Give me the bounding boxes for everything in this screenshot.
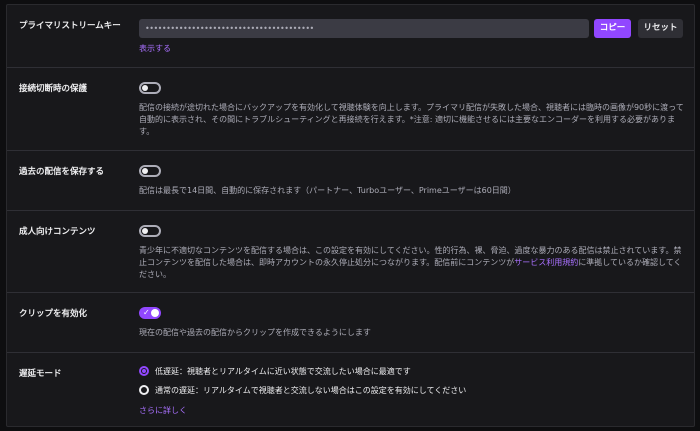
mature-content-description: 青少年に不適切なコンテンツを配信する場合は、この設定を有効にしてください。性的行…	[139, 245, 687, 281]
disconnect-protection-description: 配信の接続が途切れた場合にバックアップを有効化して視聴体験を向上します。プライマ…	[139, 103, 684, 136]
toggle-knob	[151, 309, 159, 317]
radio-unselected-icon[interactable]	[139, 385, 149, 395]
radio-selected-icon[interactable]	[139, 366, 149, 376]
disconnect-protection-row: 接続切断時の保護 配信の接続が途切れた場合にバックアップを有効化して視聴体験を向…	[7, 68, 694, 151]
stream-key-row: プライマリストリームキー •••••••••••••••••••••••••••…	[7, 5, 694, 68]
copy-button[interactable]: コピー	[594, 19, 631, 38]
stream-key-field[interactable]: ••••••••••••••••••••••••••••••••••••••••	[139, 19, 589, 38]
store-past-broadcasts-toggle[interactable]	[139, 165, 161, 177]
learn-more-link[interactable]: さらに詳しく	[139, 405, 187, 416]
terms-of-service-link[interactable]: サービス利用規約	[514, 258, 578, 267]
show-key-link[interactable]: 表示する	[139, 43, 171, 54]
enable-clips-description: 現在の配信や過去の配信からクリップを作成できるようにします	[139, 328, 371, 337]
check-icon: ✓	[143, 308, 150, 317]
mature-content-toggle[interactable]	[139, 225, 161, 237]
stream-key-label: プライマリストリームキー	[19, 21, 121, 31]
reset-button[interactable]: リセット	[638, 19, 683, 38]
store-past-broadcasts-row: 過去の配信を保存する 配信は最長で14日間、自動的に保存されます（パートナー、T…	[7, 151, 694, 211]
stream-settings-panel: プライマリストリームキー •••••••••••••••••••••••••••…	[6, 4, 695, 427]
latency-mode-label: 遅延モード	[19, 369, 62, 379]
mature-content-label: 成人向けコンテンツ	[19, 227, 96, 237]
disconnect-protection-label: 接続切断時の保護	[19, 84, 88, 94]
mature-content-row: 成人向けコンテンツ 青少年に不適切なコンテンツを配信する場合は、この設定を有効に…	[7, 211, 694, 293]
disconnect-protection-toggle[interactable]	[139, 82, 161, 94]
enable-clips-toggle[interactable]: ✓	[139, 307, 161, 319]
toggle-knob	[142, 168, 148, 174]
latency-option-normal-label: 通常の遅延：リアルタイムで視聴者と交流しない場合はこの設定を有効にしてください	[155, 386, 467, 395]
toggle-knob	[142, 228, 148, 234]
latency-option-low-label: 低遅延：視聴者とリアルタイムに近い状態で交流したい場合に最適です	[155, 367, 411, 376]
latency-mode-row: 遅延モード 低遅延：視聴者とリアルタイムに近い状態で交流したい場合に最適です 通…	[7, 353, 694, 428]
enable-clips-row: クリップを有効化 ✓ 現在の配信や過去の配信からクリップを作成できるようにします	[7, 293, 694, 353]
enable-clips-label: クリップを有効化	[19, 309, 88, 319]
store-past-broadcasts-label: 過去の配信を保存する	[19, 167, 105, 177]
toggle-knob	[142, 85, 148, 91]
store-past-broadcasts-description: 配信は最長で14日間、自動的に保存されます（パートナー、Turboユーザー、Pr…	[139, 186, 516, 195]
